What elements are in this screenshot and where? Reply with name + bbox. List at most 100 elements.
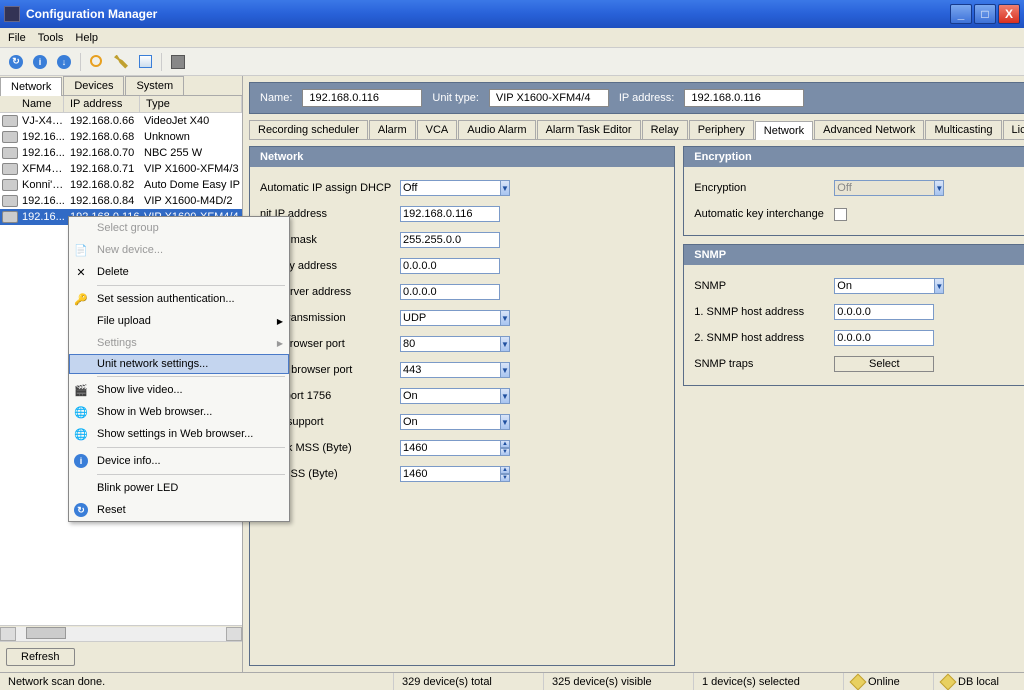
- rcp-select[interactable]: ▼: [400, 388, 510, 404]
- tab-audio-alarm[interactable]: Audio Alarm: [458, 120, 535, 139]
- device-row[interactable]: Konni's ...192.168.0.82Auto Dome Easy IP: [0, 177, 242, 193]
- dropdown-icon[interactable]: ▼: [500, 388, 510, 404]
- device-row[interactable]: XFM4A ...192.168.0.71VIP X1600-XFM4/3: [0, 161, 242, 177]
- dhcp-select[interactable]: ▼: [400, 180, 510, 196]
- ctx-delete[interactable]: ✕Delete: [69, 261, 289, 283]
- spin-up-icon[interactable]: ▲: [500, 466, 510, 474]
- left-tab-network[interactable]: Network: [0, 77, 62, 96]
- tool-info-button[interactable]: i: [30, 52, 50, 72]
- telnet-select[interactable]: ▼: [400, 414, 510, 430]
- col-name[interactable]: Name: [0, 96, 64, 112]
- snmp-traps-select-button[interactable]: Select: [834, 356, 934, 372]
- gateway-input[interactable]: [400, 258, 500, 274]
- context-menu: Select group 📄New device... ✕Delete 🔑Set…: [68, 216, 290, 522]
- ctx-blink-led[interactable]: Blink power LED: [69, 477, 289, 499]
- submenu-arrow-icon: ▶: [277, 339, 283, 348]
- spin-down-icon[interactable]: ▼: [500, 474, 510, 482]
- status-selected: 1 device(s) selected: [694, 673, 844, 690]
- snmp-host2-input[interactable]: [834, 330, 934, 346]
- spin-up-icon[interactable]: ▲: [500, 440, 510, 448]
- horizontal-scrollbar[interactable]: [0, 625, 242, 641]
- snmp-host1-input[interactable]: [834, 304, 934, 320]
- scroll-thumb[interactable]: [26, 627, 66, 639]
- tab-network[interactable]: Network: [755, 121, 813, 140]
- dropdown-icon[interactable]: ▼: [500, 180, 510, 196]
- mss-spinner[interactable]: ▲▼: [400, 440, 510, 456]
- config-tabs: Recording scheduler Alarm VCA Audio Alar…: [249, 120, 1024, 140]
- tab-alarm[interactable]: Alarm: [369, 120, 416, 139]
- col-ip[interactable]: IP address: [64, 96, 140, 112]
- delete-icon: ✕: [73, 264, 89, 280]
- tool-wrench-button[interactable]: [111, 52, 131, 72]
- device-row[interactable]: 192.16...192.168.0.70NBC 255 W: [0, 145, 242, 161]
- dropdown-icon[interactable]: ▼: [500, 336, 510, 352]
- snmp-host1-label: 1. SNMP host address: [694, 306, 834, 318]
- video-tx-select[interactable]: ▼: [400, 310, 510, 326]
- http-port-select[interactable]: ▼: [400, 336, 510, 352]
- menu-file[interactable]: File: [8, 32, 26, 44]
- tool-search-button[interactable]: [87, 52, 107, 72]
- ctx-new-device: 📄New device...: [69, 239, 289, 261]
- minimize-button[interactable]: _: [950, 4, 972, 24]
- iscsi-mss-spinner[interactable]: ▲▼: [400, 466, 510, 482]
- tab-alarm-task-editor[interactable]: Alarm Task Editor: [537, 120, 641, 139]
- ctx-show-web-browser[interactable]: 🌐Show in Web browser...: [69, 401, 289, 423]
- snmp-select[interactable]: ▼: [834, 278, 944, 294]
- tab-recording-scheduler[interactable]: Recording scheduler: [249, 120, 368, 139]
- browser-icon: 🌐: [73, 426, 89, 442]
- ctx-file-upload[interactable]: File upload▶: [69, 310, 289, 332]
- ctx-show-live-video[interactable]: 🎬Show live video...: [69, 379, 289, 401]
- tab-relay[interactable]: Relay: [642, 120, 688, 139]
- left-tab-devices[interactable]: Devices: [63, 76, 124, 95]
- ctx-settings: Settings▶: [69, 332, 289, 354]
- tool-download-button[interactable]: ↓: [54, 52, 74, 72]
- tab-license[interactable]: License: [1003, 120, 1024, 139]
- close-button[interactable]: X: [998, 4, 1020, 24]
- auto-key-checkbox[interactable]: [834, 208, 847, 221]
- spin-down-icon[interactable]: ▼: [500, 448, 510, 456]
- tab-multicasting[interactable]: Multicasting: [925, 120, 1001, 139]
- dns-input[interactable]: [400, 284, 500, 300]
- https-port-select[interactable]: ▼: [400, 362, 510, 378]
- encryption-panel: Encryption Encryption▼ Automatic key int…: [683, 146, 1024, 236]
- dropdown-icon[interactable]: ▼: [500, 310, 510, 326]
- menu-tools[interactable]: Tools: [38, 32, 64, 44]
- ctx-reset[interactable]: ↻Reset: [69, 499, 289, 521]
- subnet-input[interactable]: [400, 232, 500, 248]
- ctx-device-info[interactable]: iDevice info...: [69, 450, 289, 472]
- online-icon: [850, 673, 867, 690]
- tab-advanced-network[interactable]: Advanced Network: [814, 120, 924, 139]
- info-icon: i: [73, 453, 89, 469]
- left-tab-system[interactable]: System: [125, 76, 184, 95]
- scroll-left-button[interactable]: [0, 627, 16, 641]
- device-row[interactable]: 192.16...192.168.0.68Unknown: [0, 129, 242, 145]
- device-row[interactable]: 192.16...192.168.0.84VIP X1600-M4D/2: [0, 193, 242, 209]
- tool-grid-button[interactable]: [135, 52, 155, 72]
- ctx-select-group: Select group: [69, 217, 289, 239]
- col-type[interactable]: Type: [140, 96, 242, 112]
- tool-save-button[interactable]: [168, 52, 188, 72]
- ctx-session-auth[interactable]: 🔑Set session authentication...: [69, 288, 289, 310]
- ctx-show-settings-web[interactable]: 🌐Show settings in Web browser...: [69, 423, 289, 445]
- info-name-label: Name:: [260, 92, 292, 104]
- ctx-separator: [97, 376, 285, 377]
- dropdown-icon[interactable]: ▼: [500, 414, 510, 430]
- device-row[interactable]: VJ-X40...192.168.0.66VideoJet X40: [0, 113, 242, 129]
- tab-vca[interactable]: VCA: [417, 120, 458, 139]
- scroll-right-button[interactable]: [226, 627, 242, 641]
- toolbar-separator: [80, 53, 81, 71]
- status-db: DB local: [934, 673, 1024, 690]
- unit-ip-input[interactable]: [400, 206, 500, 222]
- dropdown-icon[interactable]: ▼: [934, 278, 944, 294]
- menu-help[interactable]: Help: [75, 32, 98, 44]
- ctx-separator: [97, 474, 285, 475]
- info-unit-type-value: VIP X1600-XFM4/4: [489, 89, 609, 107]
- dropdown-icon[interactable]: ▼: [500, 362, 510, 378]
- auto-key-label: Automatic key interchange: [694, 208, 834, 220]
- app-icon: [4, 6, 20, 22]
- tab-periphery[interactable]: Periphery: [689, 120, 754, 139]
- ctx-unit-network-settings[interactable]: Unit network settings...: [69, 354, 289, 374]
- tool-refresh-button[interactable]: ↻: [6, 52, 26, 72]
- maximize-button[interactable]: □: [974, 4, 996, 24]
- refresh-button[interactable]: Refresh: [6, 648, 75, 666]
